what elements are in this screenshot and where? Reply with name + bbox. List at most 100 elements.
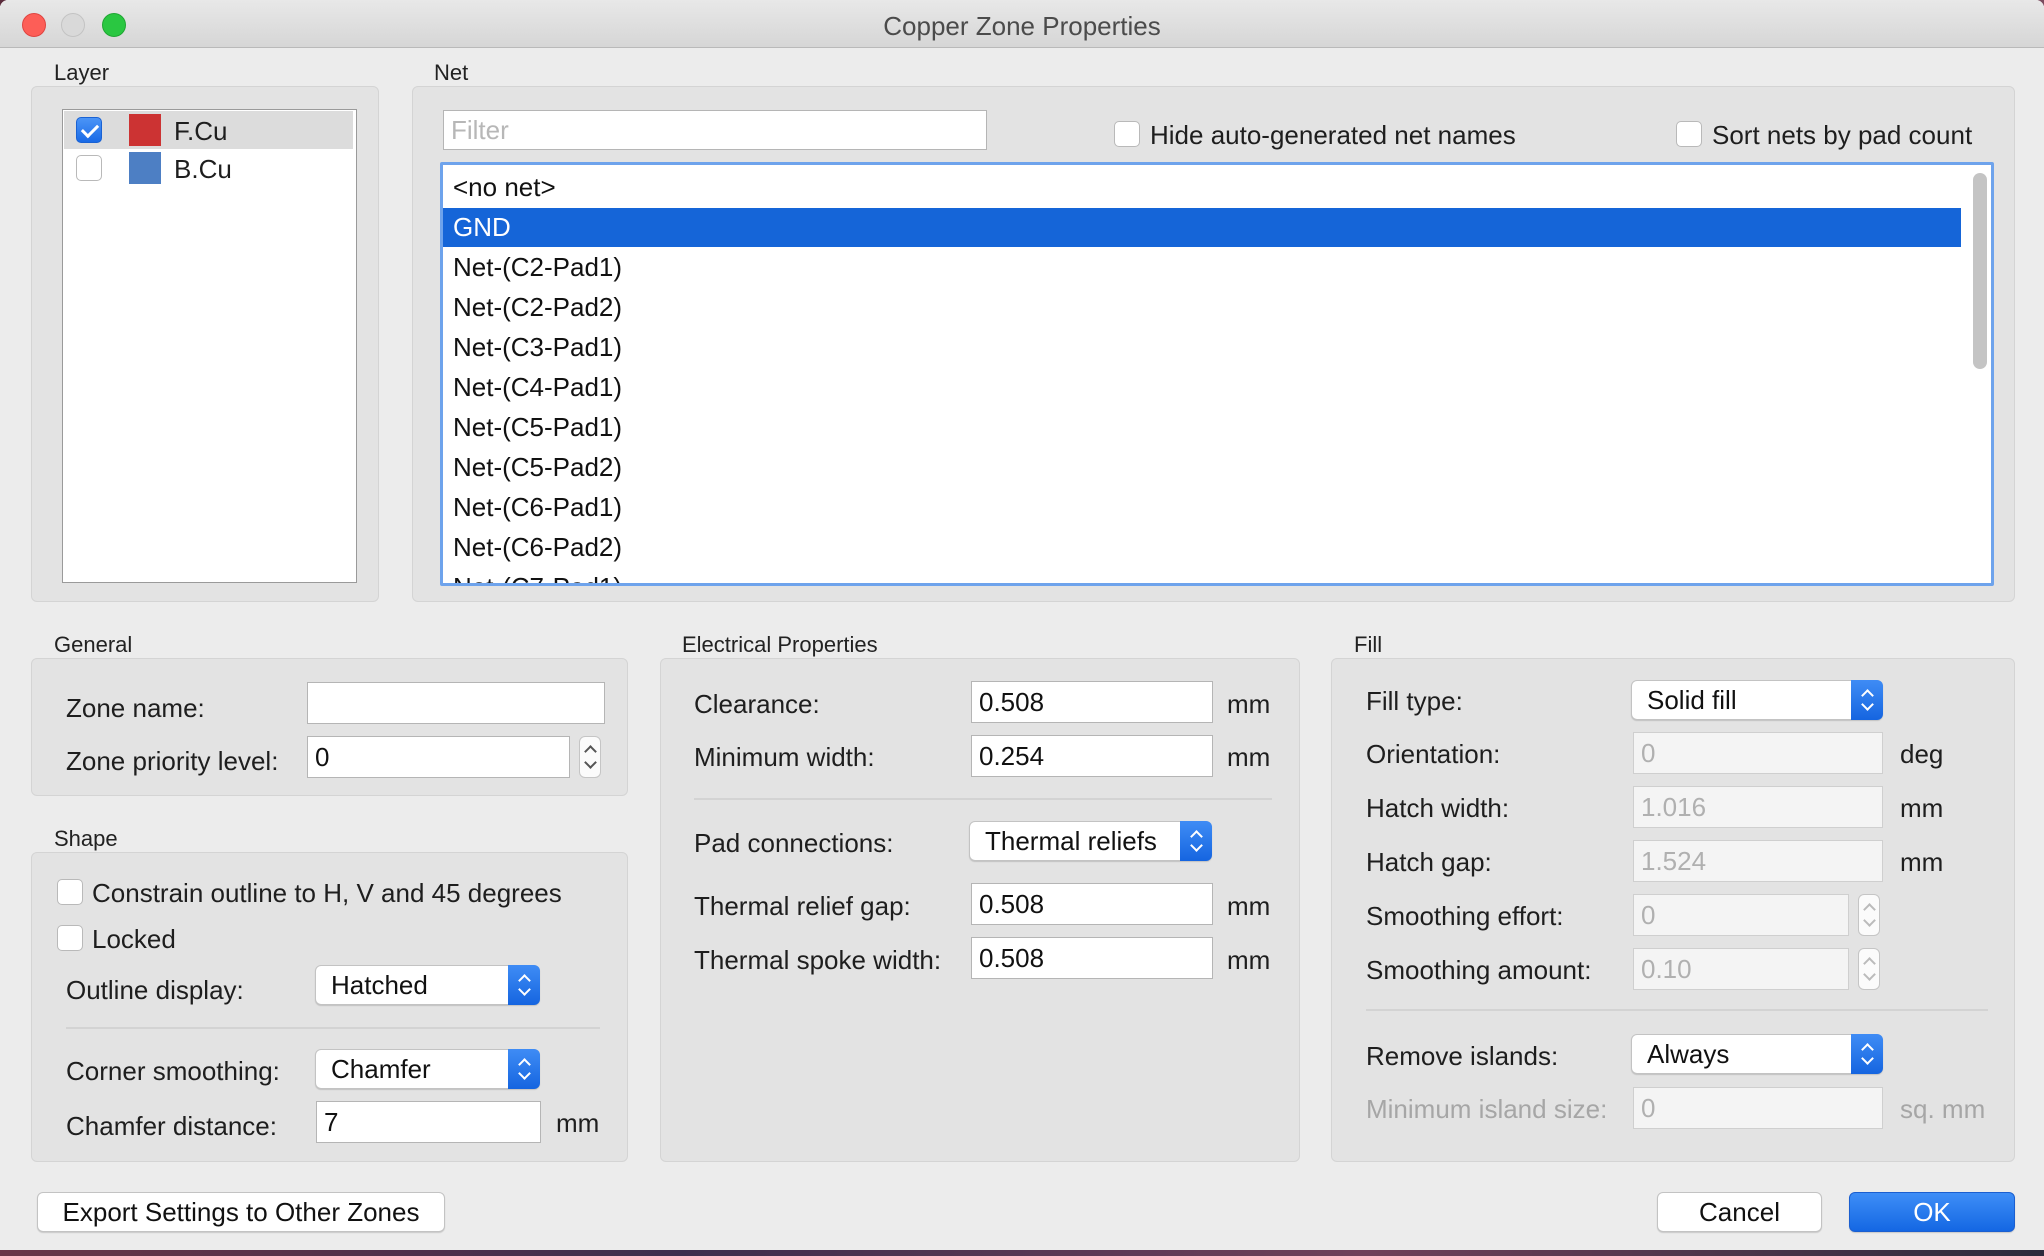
corner-smoothing-label: Corner smoothing: [66, 1056, 280, 1086]
window-title: Copper Zone Properties [883, 11, 1161, 41]
net-list-item[interactable]: Net-(C5-Pad1) [443, 408, 1961, 447]
min-width-label: Minimum width: [694, 742, 875, 772]
net-list-item-selected[interactable]: GND [443, 208, 1961, 247]
net-section-label: Net [434, 60, 469, 85]
orientation-unit: deg [1900, 739, 1944, 769]
net-list-item[interactable]: <no net> [443, 168, 1961, 207]
copper-zone-dialog: Copper Zone Properties Layer F.Cu B.Cu N… [0, 0, 2044, 1256]
electrical-divider [694, 798, 1272, 800]
zone-priority-stepper[interactable] [579, 736, 601, 778]
min-island-size-unit: sq. mm [1900, 1094, 1986, 1124]
remove-islands-label: Remove islands: [1366, 1041, 1559, 1071]
net-list-item[interactable]: Net-(C5-Pad2) [443, 448, 1961, 487]
net-filter-input[interactable]: Filter [443, 110, 987, 150]
zone-name-label: Zone name: [66, 693, 205, 723]
layer-checkbox-fcu[interactable] [76, 117, 102, 143]
net-list-item[interactable]: Net-(C4-Pad1) [443, 368, 1961, 407]
hatch-gap-label: Hatch gap: [1366, 847, 1492, 877]
smoothing-effort-stepper[interactable] [1858, 894, 1880, 936]
outline-display-value: Hatched [331, 970, 428, 1000]
sort-nets-label: Sort nets by pad count [1712, 120, 1973, 150]
desktop-wallpaper-bottom [0, 1250, 2044, 1256]
min-island-size-input[interactable]: 0 [1633, 1087, 1883, 1129]
smoothing-effort-label: Smoothing effort: [1366, 901, 1564, 931]
layer-list[interactable]: F.Cu B.Cu [62, 109, 357, 583]
layer-group: F.Cu B.Cu [31, 86, 379, 602]
clearance-unit: mm [1227, 689, 1271, 719]
hatch-width-input[interactable]: 1.016 [1633, 786, 1883, 828]
min-width-unit: mm [1227, 742, 1271, 772]
remove-islands-select[interactable]: Always [1631, 1034, 1883, 1074]
pad-connections-value: Thermal reliefs [985, 826, 1157, 856]
corner-smoothing-select[interactable]: Chamfer [315, 1049, 540, 1089]
hide-auto-net-names-label: Hide auto-generated net names [1150, 120, 1516, 150]
chevron-updown-icon [1180, 821, 1212, 861]
min-width-input[interactable]: 0.254 [971, 735, 1213, 777]
remove-islands-value: Always [1647, 1039, 1730, 1069]
zone-name-input[interactable] [307, 682, 605, 724]
clearance-input[interactable]: 0.508 [971, 681, 1213, 723]
net-list-item[interactable]: Net-(C3-Pad1) [443, 328, 1961, 367]
fill-divider [1366, 1009, 1988, 1011]
layer-color-swatch [129, 114, 161, 146]
pad-connections-label: Pad connections: [694, 828, 894, 858]
ok-button[interactable]: OK [1849, 1192, 2015, 1232]
chamfer-unit: mm [556, 1108, 600, 1138]
net-list-item[interactable]: Net-(C6-Pad2) [443, 528, 1961, 567]
net-list-item[interactable]: Net-(C2-Pad1) [443, 248, 1961, 287]
net-list-item[interactable]: Net-(C7-Pad1) [443, 568, 1961, 583]
chevron-updown-icon [1851, 680, 1883, 720]
net-list-item[interactable]: Net-(C2-Pad2) [443, 288, 1961, 327]
export-settings-button[interactable]: Export Settings to Other Zones [37, 1192, 445, 1232]
constrain-outline-label: Constrain outline to H, V and 45 degrees [92, 878, 562, 908]
fill-section-label: Fill [1354, 632, 1383, 657]
smoothing-amount-label: Smoothing amount: [1366, 955, 1592, 985]
outline-display-select[interactable]: Hatched [315, 965, 540, 1005]
fill-type-value: Solid fill [1647, 685, 1737, 715]
orientation-input[interactable]: 0 [1633, 732, 1883, 774]
sort-nets-checkbox[interactable] [1676, 121, 1702, 147]
layer-item-fcu[interactable]: F.Cu [64, 111, 353, 149]
layer-checkbox-bcu[interactable] [76, 155, 102, 181]
thermal-spoke-width-label: Thermal spoke width: [694, 945, 942, 975]
chevron-updown-icon [508, 965, 540, 1005]
chevron-updown-icon [508, 1049, 540, 1089]
net-list-scrollbar[interactable] [1973, 173, 1987, 369]
thermal-relief-gap-unit: mm [1227, 891, 1271, 921]
thermal-spoke-width-input[interactable]: 0.508 [971, 937, 1213, 979]
general-section-label: General [54, 632, 133, 657]
clearance-label: Clearance: [694, 689, 820, 719]
hide-auto-net-names-checkbox[interactable] [1114, 121, 1140, 147]
chamfer-distance-label: Chamfer distance: [66, 1111, 277, 1141]
min-island-size-label: Minimum island size: [1366, 1094, 1608, 1124]
thermal-relief-gap-input[interactable]: 0.508 [971, 883, 1213, 925]
thermal-relief-gap-label: Thermal relief gap: [694, 891, 911, 921]
cancel-button[interactable]: Cancel [1657, 1192, 1822, 1232]
locked-checkbox[interactable] [57, 925, 83, 951]
smoothing-effort-input[interactable]: 0 [1633, 894, 1849, 936]
smoothing-amount-input[interactable]: 0.10 [1633, 948, 1849, 990]
layer-section-label: Layer [54, 60, 110, 85]
layer-color-swatch [129, 152, 161, 184]
hatch-gap-unit: mm [1900, 847, 1944, 877]
net-list[interactable]: <no net> GND Net-(C2-Pad1) Net-(C2-Pad2)… [440, 162, 1994, 586]
locked-label: Locked [92, 924, 176, 954]
pad-connections-select[interactable]: Thermal reliefs [969, 821, 1212, 861]
layer-label-bcu: B.Cu [174, 154, 232, 184]
orientation-label: Orientation: [1366, 739, 1501, 769]
layer-item-bcu[interactable]: B.Cu [64, 149, 353, 187]
hatch-width-label: Hatch width: [1366, 793, 1510, 823]
chamfer-distance-input[interactable]: 7 [316, 1101, 541, 1143]
fill-type-select[interactable]: Solid fill [1631, 680, 1883, 720]
shape-divider [66, 1027, 600, 1029]
outline-display-label: Outline display: [66, 975, 244, 1005]
constrain-outline-checkbox[interactable] [57, 879, 83, 905]
hatch-gap-input[interactable]: 1.524 [1633, 840, 1883, 882]
shape-section-label: Shape [54, 826, 118, 851]
thermal-spoke-width-unit: mm [1227, 945, 1271, 975]
net-list-item[interactable]: Net-(C6-Pad1) [443, 488, 1961, 527]
zone-priority-input[interactable]: 0 [307, 736, 570, 778]
layer-label-fcu: F.Cu [174, 116, 228, 146]
smoothing-amount-stepper[interactable] [1858, 948, 1880, 990]
chevron-updown-icon [1851, 1034, 1883, 1074]
